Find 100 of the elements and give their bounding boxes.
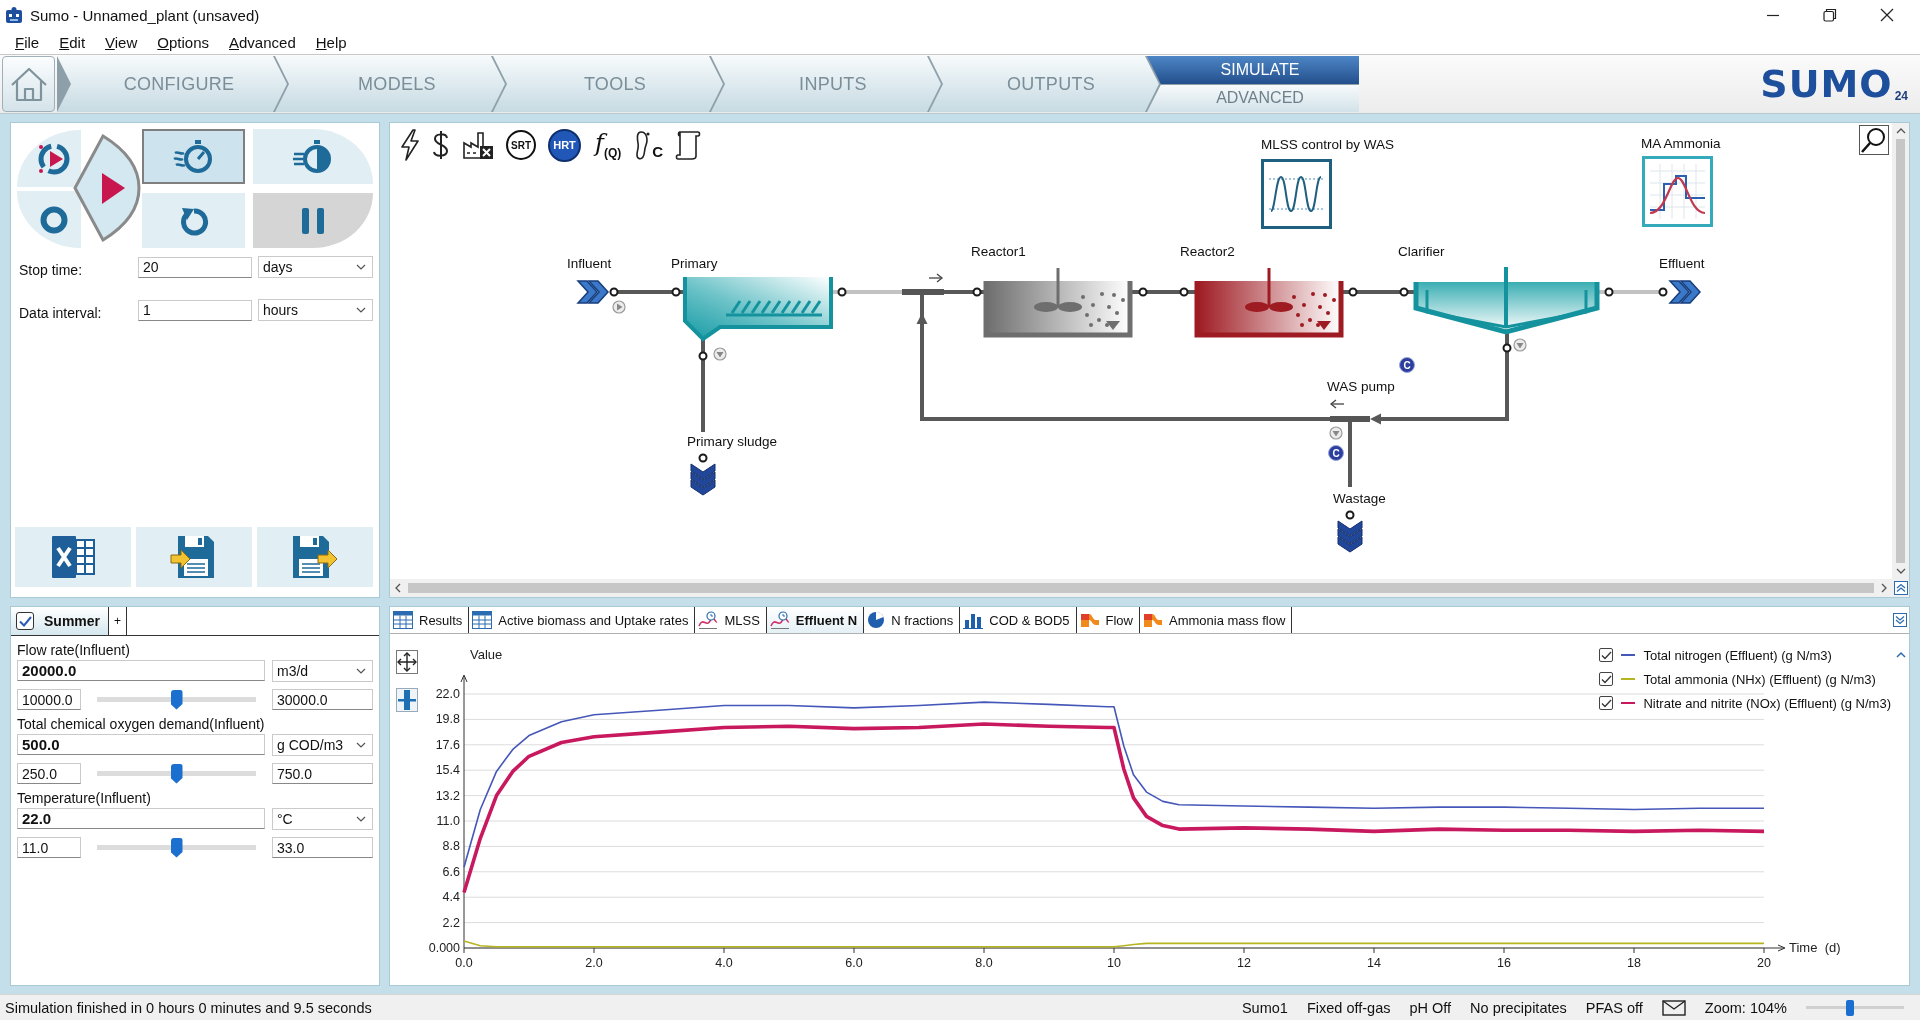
controller-label: MA Ammonia [1641,136,1721,152]
checkbox[interactable] [16,612,34,630]
table-icon [472,611,493,629]
horizontal-scrollbar[interactable] [390,579,1892,597]
unit-dropdown[interactable]: hours [258,299,373,321]
pie-chart-icon [867,611,886,629]
slider-thumb[interactable] [1845,999,1854,1016]
field-label: Stop time: [19,261,84,278]
chevron-down-icon [356,816,366,822]
scenario-tab[interactable]: Summer [11,607,110,635]
max-field[interactable]: 33.0 [272,837,373,858]
arrow-icon [1329,399,1345,409]
scroll-up-icon[interactable] [1895,127,1906,135]
run-to-end-button[interactable] [253,129,373,184]
mail-icon[interactable] [1661,999,1686,1016]
checkbox[interactable] [1599,648,1614,662]
lightning-icon[interactable] [400,129,420,161]
scroll-left-icon[interactable] [394,583,402,593]
menu-item[interactable]: File [15,33,40,51]
unit-dropdown[interactable]: m3/d [272,660,373,682]
menu-item[interactable]: Advanced [229,33,296,51]
flow-diagram-icon [1143,611,1163,629]
footprint-button[interactable]: C [635,130,664,160]
y-tick-label: 4.4 [442,890,460,905]
slider-thumb[interactable] [170,837,183,858]
x-tick-label: 10 [1107,956,1121,970]
mixed-tank-icon[interactable] [983,268,1133,338]
vertical-scrollbar[interactable] [1892,123,1909,579]
search-icon[interactable] [1859,125,1889,155]
results-tab[interactable]: Effluent N [766,607,865,633]
menu-item[interactable]: View [105,33,138,51]
results-tab[interactable]: COD & BOD5 [960,607,1077,633]
x-tick-label: 4.0 [715,956,733,970]
mode-tab[interactable]: SIMULATE [1147,56,1359,85]
scroll-icon[interactable] [675,129,702,161]
scroll-down-icon[interactable] [1895,567,1906,575]
slider-thumb[interactable] [170,763,183,784]
menu-item[interactable]: Options [157,33,209,51]
export-button[interactable] [15,527,131,587]
min-field[interactable]: 250.0 [17,763,81,784]
y-tick-label: 6.6 [442,864,460,879]
dollar-icon[interactable] [432,129,450,161]
step-run-button[interactable] [142,129,245,184]
menu-item[interactable]: Edit [59,33,86,51]
mixed-tank-icon[interactable] [1194,268,1344,338]
scroll-right-icon[interactable] [1880,583,1888,593]
controller-badge[interactable]: C [1328,445,1344,461]
x-tick-label: 12 [1237,956,1251,970]
sludge-outlet-icon[interactable] [690,453,716,496]
bell-curve-icon[interactable] [1642,156,1713,227]
factory-icon[interactable] [462,130,494,160]
results-tab[interactable]: MLSS [695,607,767,633]
caret-up-icon[interactable] [1896,651,1906,658]
value-field[interactable]: 20000.0 [17,660,265,681]
function-button[interactable]: f$_{(Q)}$ [593,131,624,159]
move-icon[interactable] [396,650,418,674]
max-field[interactable]: 30000.0 [272,689,373,710]
max-field[interactable]: 750.0 [272,763,373,784]
settling-tank-icon[interactable] [683,275,833,342]
value-field[interactable]: 22.0 [17,808,265,829]
unit-label: Reactor2 [1180,244,1235,260]
min-field[interactable]: 10000.0 [17,689,81,710]
stopwatch-icon [172,138,215,175]
home-button[interactable] [2,56,55,112]
text-field[interactable]: 20 [138,256,252,278]
sludge-outlet-icon[interactable] [1337,510,1363,553]
text-field[interactable]: 1 [138,299,252,321]
parameter-label: Total chemical oxygen demand(Influent) [17,716,266,732]
round-button[interactable]: SRT [506,130,536,160]
checkbox[interactable] [1599,696,1614,710]
restore-icon[interactable] [1823,8,1837,22]
checkbox[interactable] [1599,672,1614,686]
double-chevron-icon[interactable] [576,280,609,304]
menu-item[interactable]: Help [315,33,347,51]
slider-thumb[interactable] [170,689,183,710]
min-field[interactable]: 11.0 [17,837,81,858]
collapse-icon[interactable] [1893,613,1907,627]
vertical-zoom-icon[interactable] [396,688,418,712]
play-button[interactable] [73,133,141,243]
scrollbar-thumb[interactable] [408,583,1874,593]
wave-chart-icon[interactable] [1261,159,1332,229]
close-icon[interactable] [1880,8,1894,22]
save-button[interactable] [257,527,373,587]
results-tab[interactable]: Results [390,607,470,633]
scrollbar-thumb[interactable] [1896,139,1905,563]
unit-dropdown[interactable]: °C [272,808,373,830]
double-chevron-icon[interactable] [1668,280,1701,304]
value-field[interactable]: 500.0 [17,734,265,755]
reset-button[interactable] [142,193,245,248]
load-button[interactable] [136,527,252,587]
clarifier-tank-icon[interactable] [1413,267,1600,335]
round-button[interactable]: HRT [548,128,581,162]
unit-dropdown[interactable]: days [258,256,373,278]
expand-up-icon[interactable] [1893,581,1908,595]
floppy-disk-icon [291,534,339,580]
unit-dropdown[interactable]: g COD/m3 [272,734,373,756]
mode-tab[interactable]: ADVANCED [1147,84,1359,112]
results-tab[interactable]: Active biomass and Uptake rates [469,607,696,633]
controller-badge[interactable]: C [1399,357,1415,373]
x-tick-label: 8.0 [975,956,993,970]
